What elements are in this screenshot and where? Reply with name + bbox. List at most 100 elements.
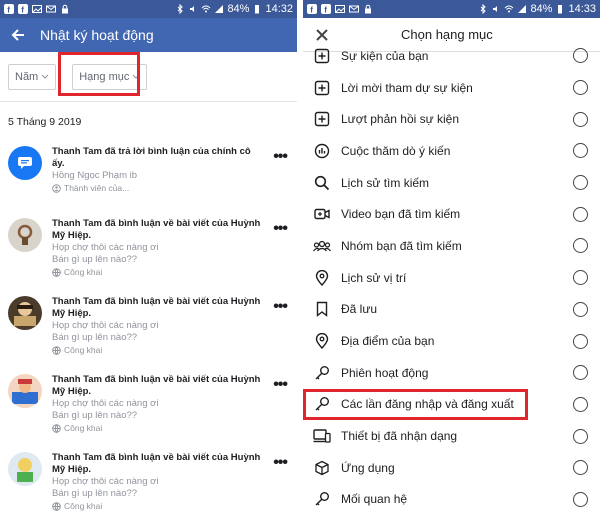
category-radio[interactable] <box>573 333 588 349</box>
wifi-icon <box>505 5 514 13</box>
activity-item[interactable]: Thanh Tam đã bình luận về bài viết của H… <box>0 364 297 442</box>
more-options-icon[interactable]: ••• <box>273 454 288 472</box>
post-thumbnail <box>8 452 42 486</box>
choose-category-screen: f f 84% 14:33 Chọn hạng mục Sự kiện của … <box>303 0 600 528</box>
category-radio[interactable] <box>573 270 588 286</box>
category-item[interactable]: Lịch sử tìm kiếm <box>303 167 600 199</box>
privacy-label: Công khai <box>52 344 263 356</box>
activity-feed: Thanh Tam đã trả lời bình luận của chính… <box>0 136 297 520</box>
status-notifications: f f <box>4 4 70 14</box>
activity-item[interactable]: Thanh Tam đã bình luận về bài viết của H… <box>0 208 297 286</box>
category-item[interactable]: Mối quan hệ <box>303 484 600 516</box>
category-item[interactable]: Địa điểm của bạn <box>303 325 600 357</box>
members-icon <box>52 183 61 193</box>
category-radio[interactable] <box>573 365 588 381</box>
activity-item[interactable]: Thanh Tam đã bình luận về bài viết của H… <box>0 286 297 364</box>
signal-icon <box>518 5 527 13</box>
facebook-icon: f <box>4 4 14 14</box>
globe-icon <box>52 423 61 433</box>
category-radio[interactable] <box>573 80 588 96</box>
activity-detail: Bán gì up lên nào?? <box>52 332 138 343</box>
category-filter-highlight <box>58 52 140 96</box>
image-icon <box>32 5 42 13</box>
lock-icon <box>62 4 68 14</box>
post-thumbnail <box>8 218 42 252</box>
more-options-icon[interactable]: ••• <box>273 148 288 166</box>
poll-icon <box>313 142 331 160</box>
category-item[interactable]: Thiết bị đã nhận dạng <box>303 420 600 452</box>
wifi-icon <box>202 5 211 13</box>
category-item[interactable]: Ứng dụng <box>303 452 600 484</box>
category-item[interactable]: Video bạn đã tìm kiếm <box>303 198 600 230</box>
bluetooth-icon <box>178 4 184 14</box>
activity-detail: Họp chợ thôi các nàng ơi <box>52 320 159 331</box>
category-item[interactable]: Lượt phản hồi sự kiện <box>303 103 600 135</box>
category-radio[interactable] <box>573 143 588 159</box>
activity-detail: Bán gì up lên nào?? <box>52 410 138 421</box>
privacy-label: Thành viên của... <box>52 182 263 194</box>
bluetooth-icon <box>481 4 487 14</box>
activity-detail: Họp chợ thôi các nàng ơi <box>52 242 159 253</box>
activity-item[interactable]: Thanh Tam đã bình luận về bài viết của H… <box>0 442 297 520</box>
svg-text:f: f <box>21 6 24 14</box>
mute-icon <box>493 6 498 12</box>
category-item[interactable]: Các lần đăng nhập và đăng xuất <box>303 388 600 421</box>
category-radio[interactable] <box>573 428 588 444</box>
post-thumbnail <box>8 374 42 408</box>
status-system: 84% 14:33 <box>478 3 596 15</box>
add-event-icon <box>313 79 331 97</box>
activity-detail: Họp chợ thôi các nàng ơi <box>52 476 159 487</box>
category-radio[interactable] <box>573 238 588 254</box>
back-arrow-icon[interactable] <box>10 27 26 43</box>
activity-detail: Bán gì up lên nào?? <box>52 488 138 499</box>
comment-icon <box>8 146 42 180</box>
category-radio[interactable] <box>573 175 588 191</box>
mute-icon <box>190 6 195 12</box>
filter-bar: Năm Hạng mục <box>0 52 297 102</box>
year-filter-button[interactable]: Năm <box>8 63 57 90</box>
category-radio[interactable] <box>573 111 588 127</box>
category-radio[interactable] <box>573 396 588 412</box>
more-options-icon[interactable]: ••• <box>273 298 288 316</box>
battery-icon <box>558 5 563 14</box>
status-bar: f f 84% 14:32 <box>0 0 297 18</box>
activity-detail: Bán gì up lên nào?? <box>52 254 138 265</box>
search-icon <box>313 174 331 192</box>
location-icon <box>313 269 331 287</box>
image-icon <box>335 5 345 13</box>
category-item[interactable]: Nhóm bạn đã tìm kiếm <box>303 230 600 262</box>
clock: 14:32 <box>265 3 293 15</box>
location-icon <box>313 332 331 350</box>
activity-headline: Thanh Tam đã bình luận về bài viết của H… <box>52 374 261 397</box>
category-radio[interactable] <box>573 48 588 64</box>
category-item[interactable]: Lịch sử vị trí <box>303 262 600 294</box>
globe-icon <box>52 267 61 277</box>
status-bar: f f 84% 14:33 <box>303 0 600 18</box>
category-radio[interactable] <box>573 206 588 222</box>
category-radio[interactable] <box>573 491 588 507</box>
battery-level: 84% <box>227 3 250 15</box>
clock: 14:33 <box>568 3 596 15</box>
category-item[interactable]: Phiên hoạt động <box>303 357 600 389</box>
add-event-icon <box>313 110 331 128</box>
activity-headline: Thanh Tam đã bình luận về bài viết của H… <box>52 218 261 241</box>
category-radio[interactable] <box>573 460 588 476</box>
more-options-icon[interactable]: ••• <box>273 220 288 238</box>
category-item[interactable]: Đã lưu <box>303 294 600 326</box>
category-item[interactable]: Cuộc thăm dò ý kiến <box>303 135 600 167</box>
category-item[interactable]: Lời mời tham dự sự kiện <box>303 72 600 104</box>
svg-text:f: f <box>310 6 313 14</box>
activity-item[interactable]: Thanh Tam đã trả lời bình luận của chính… <box>0 136 297 208</box>
key-icon <box>313 490 331 508</box>
svg-text:f: f <box>7 6 10 14</box>
category-radio[interactable] <box>573 301 588 317</box>
category-list: Sự kiện của bạn Lời mời tham dự sự kiện … <box>303 40 600 515</box>
more-options-icon[interactable]: ••• <box>273 376 288 394</box>
category-item[interactable]: Sự kiện của bạn <box>303 40 600 72</box>
page-title: Nhật ký hoạt động <box>40 27 154 43</box>
app-bar: Nhật ký hoạt động <box>0 18 297 52</box>
cube-icon <box>313 459 331 477</box>
facebook-icon: f <box>307 4 317 14</box>
video-icon <box>313 205 331 223</box>
activity-log-screen: f f 84% 14:32 Nhật ký hoạt động Năm Hạng… <box>0 0 297 528</box>
